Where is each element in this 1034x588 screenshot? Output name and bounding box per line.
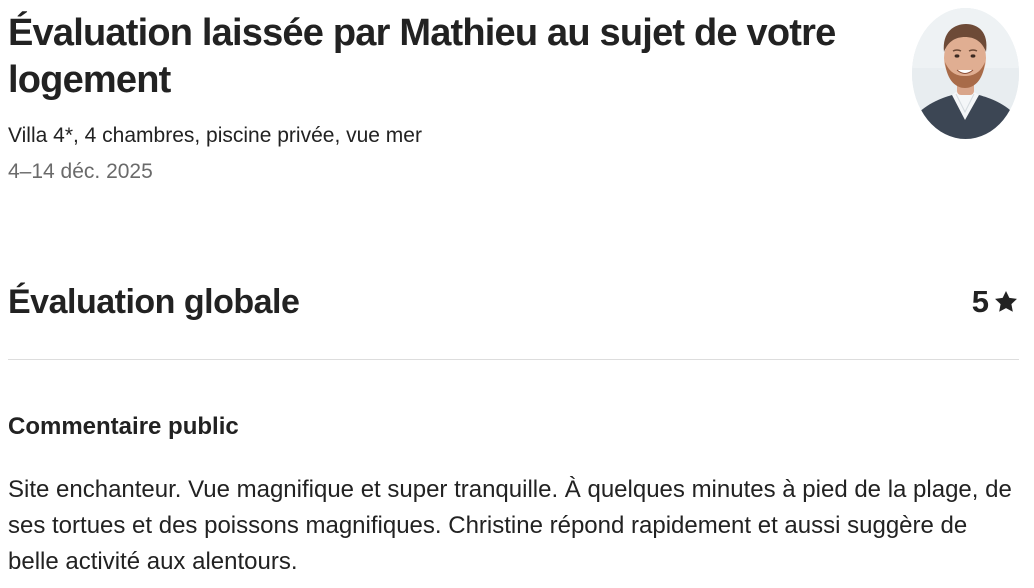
overall-rating-section: Évaluation globale 5 xyxy=(8,280,1019,326)
star-icon xyxy=(993,289,1019,315)
stay-dates: 4–14 déc. 2025 xyxy=(8,160,153,183)
reviewer-avatar[interactable] xyxy=(912,8,1019,139)
review-header: Évaluation laissée par Mathieu au sujet … xyxy=(8,10,888,185)
listing-name: Villa 4*, 4 chambres, piscine privée, vu… xyxy=(8,124,422,147)
rating-value: 5 xyxy=(971,284,989,319)
overall-rating: 5 xyxy=(972,282,1019,322)
section-divider xyxy=(8,359,1019,360)
public-comment-text: Site enchanteur. Vue magnifique et super… xyxy=(8,476,1012,575)
public-comment-heading: Commentaire public xyxy=(8,413,239,440)
overall-rating-title: Évaluation globale xyxy=(8,283,300,321)
reviewer-avatar-image xyxy=(912,8,1019,139)
page-title: Évaluation laissée par Mathieu au sujet … xyxy=(8,12,836,101)
review-page: Évaluation laissée par Mathieu au sujet … xyxy=(0,0,1034,588)
